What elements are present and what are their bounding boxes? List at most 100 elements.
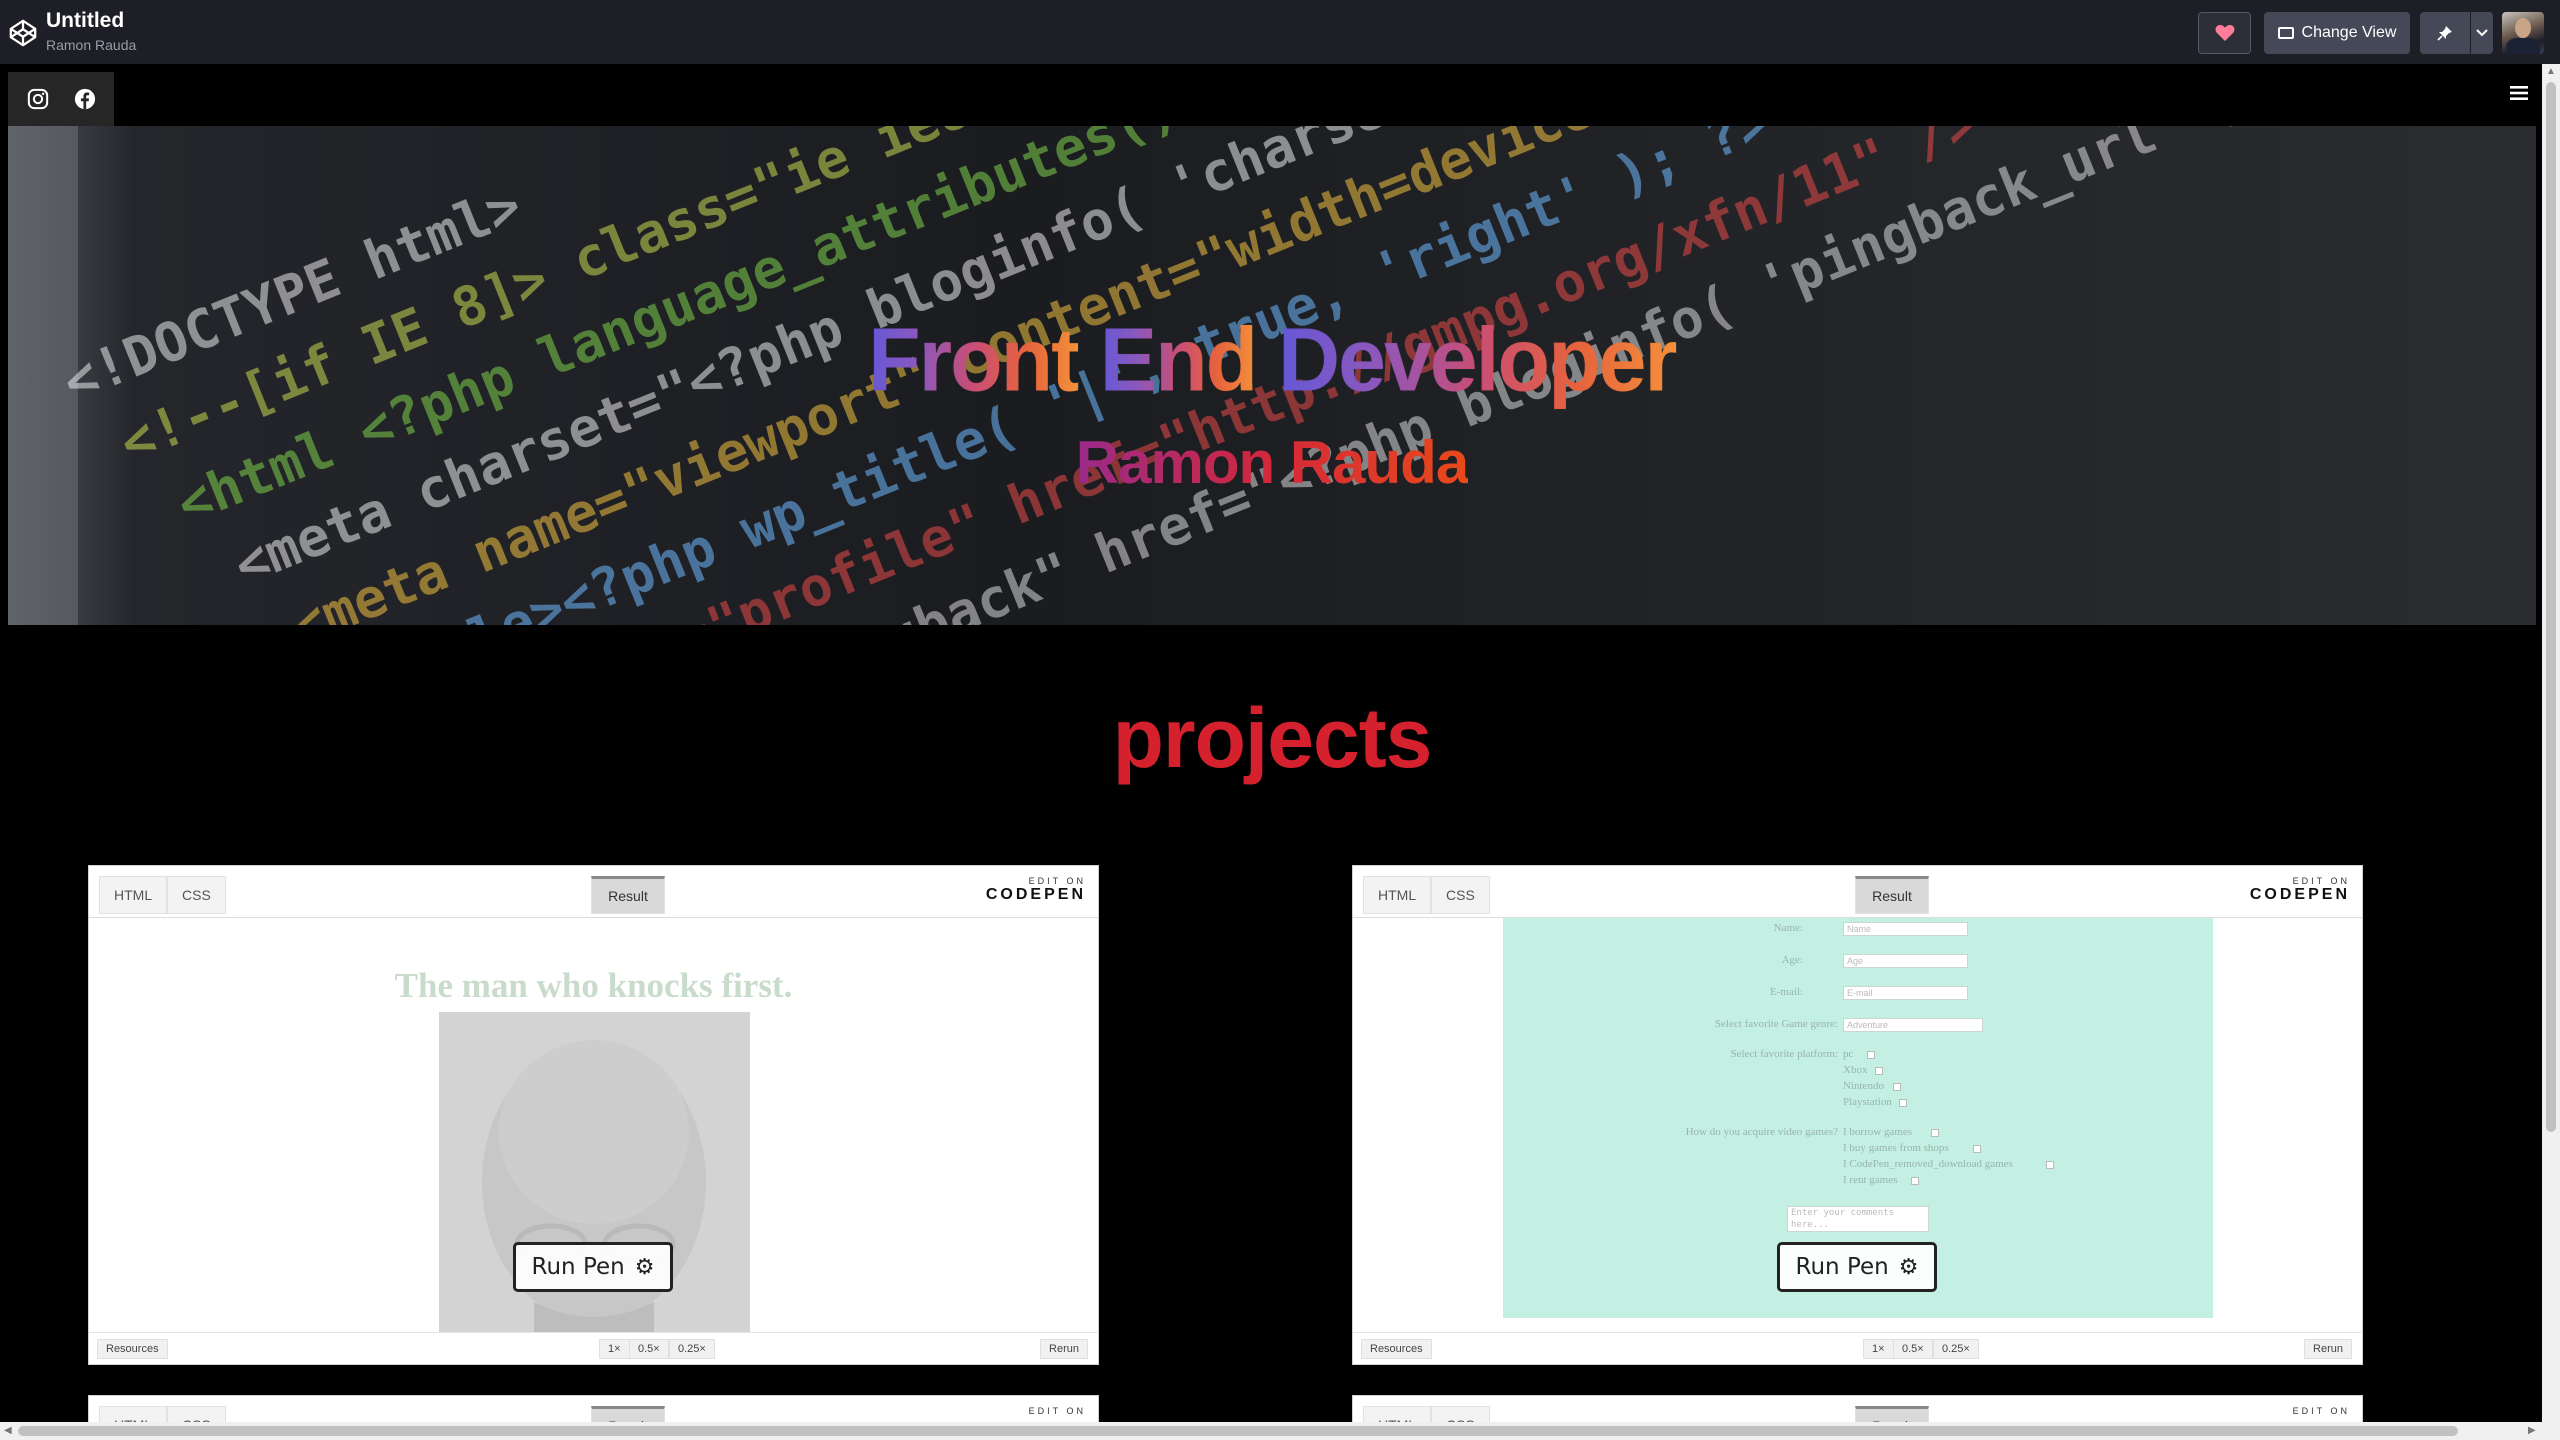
platform-option: pc <box>1843 1048 1854 1060</box>
caret-down-icon <box>2476 29 2488 37</box>
scroll-up-icon[interactable]: ▲ <box>2546 66 2556 77</box>
vertical-scroll-thumb[interactable] <box>2546 82 2556 1132</box>
name-field[interactable]: Name <box>1843 922 1968 936</box>
platform-option: Nintendo <box>1843 1080 1884 1092</box>
form-label: Age: <box>1781 954 1803 966</box>
zoom-025x-button[interactable]: 0.25× <box>669 1339 715 1359</box>
run-pen-button[interactable]: Run Pen ⚙ <box>513 1242 673 1292</box>
acquire-checkbox[interactable] <box>2046 1161 2054 1169</box>
hero-title: Front End Developer <box>8 309 2536 413</box>
vertical-scrollbar[interactable]: ▲ <box>2542 64 2560 1440</box>
tab-css[interactable]: CSS <box>1431 876 1490 914</box>
pen-footer: Resources 1× 0.5× 0.25× Rerun <box>89 1332 1098 1364</box>
hero-banner: <!DOCTYPE html> <!--[if IE 8]> class="ie … <box>8 126 2536 625</box>
embedded-pen: Walter White The man who knocks first. H… <box>88 865 1099 1365</box>
acquire-checkbox[interactable] <box>1973 1145 1981 1153</box>
acquire-option: I borrow games <box>1843 1126 1913 1138</box>
pen-author[interactable]: Ramon Rauda <box>46 37 136 53</box>
platform-option: Xbox <box>1843 1064 1868 1076</box>
hero-title-word: End <box>1100 309 1258 413</box>
pin-options-button[interactable] <box>2471 12 2493 54</box>
form-label: E-mail: <box>1770 986 1803 998</box>
platform-checkbox[interactable] <box>1867 1051 1875 1059</box>
edit-on-label: EDIT ON <box>2292 1406 2350 1416</box>
platform-checkbox[interactable] <box>1899 1099 1907 1107</box>
tab-result[interactable]: Result <box>591 876 665 914</box>
horizontal-scrollbar[interactable]: ◀ ▶ <box>0 1422 2542 1440</box>
hamburger-menu-icon[interactable] <box>2508 82 2530 104</box>
hero-subtitle-text: Ramon Rauda <box>1075 429 1469 496</box>
zoom-05x-button[interactable]: 0.5× <box>629 1339 669 1359</box>
rerun-button[interactable]: Rerun <box>1040 1339 1088 1359</box>
scroll-left-icon[interactable]: ◀ <box>4 1425 12 1436</box>
hero-title-word: Front <box>868 309 1080 413</box>
acquire-checkbox[interactable] <box>1911 1177 1919 1185</box>
platform-checkbox[interactable] <box>1875 1067 1883 1075</box>
zoom-1x-button[interactable]: 1× <box>1863 1339 1894 1359</box>
heart-icon <box>2215 25 2234 41</box>
acquire-option: I CodePen_removed_download games <box>1843 1158 2013 1170</box>
hero-subtitle: Ramon Rauda <box>8 428 2536 497</box>
comments-textarea[interactable]: Enter your comments here... <box>1787 1206 1929 1232</box>
age-field[interactable]: Age <box>1843 954 1968 968</box>
zoom-1x-button[interactable]: 1× <box>599 1339 630 1359</box>
edit-on-label: EDIT ON <box>1028 876 1086 886</box>
codepen-topbar: Untitled Ramon Rauda Change View <box>0 0 2560 64</box>
tab-result[interactable]: Result <box>1855 876 1929 914</box>
pin-icon <box>2437 26 2452 41</box>
rerun-button[interactable]: Rerun <box>2304 1339 2352 1359</box>
resources-button[interactable]: Resources <box>1361 1339 1432 1359</box>
facebook-icon[interactable] <box>68 82 102 116</box>
platform-option: Playstation <box>1843 1096 1892 1108</box>
edit-on-label: EDIT ON <box>1028 1406 1086 1416</box>
embedded-pen: Name: Name Age: Age E-mail: E-mail Selec… <box>1352 865 2363 1365</box>
instagram-icon[interactable] <box>21 82 55 116</box>
pen-tab-bar: HTML CSS Result EDIT ON CODEPEN <box>89 866 1098 918</box>
edit-on-codepen-link[interactable]: EDIT ON CODEPEN <box>2250 876 2350 904</box>
avatar-suit <box>2506 38 2540 54</box>
change-view-button[interactable]: Change View <box>2264 12 2410 54</box>
change-view-icon <box>2277 27 2294 39</box>
projects-heading: projects <box>1112 691 1433 785</box>
edit-on-codepen-link[interactable]: EDIT ON <box>1029 1406 1086 1416</box>
horizontal-scroll-thumb[interactable] <box>18 1426 2458 1436</box>
run-pen-button[interactable]: Run Pen ⚙ <box>1777 1242 1937 1292</box>
tab-html[interactable]: HTML <box>1363 876 1432 914</box>
edit-on-codepen-link[interactable]: EDIT ON CODEPEN <box>986 876 1086 904</box>
genre-select[interactable]: Adventure <box>1843 1018 1983 1032</box>
pen-preview-tagline: The man who knocks first. <box>394 966 793 1005</box>
pin-button[interactable] <box>2420 12 2470 54</box>
codepen-logo-icon[interactable] <box>8 18 38 48</box>
tab-css[interactable]: CSS <box>167 876 226 914</box>
acquire-option: I rent games <box>1843 1174 1898 1186</box>
gears-icon: ⚙ <box>634 1254 655 1280</box>
change-view-label: Change View <box>2301 24 2397 41</box>
edit-on-label: EDIT ON <box>2292 876 2350 886</box>
acquire-checkbox[interactable] <box>1931 1129 1939 1137</box>
form-label: Select favorite platform: <box>1730 1048 1838 1060</box>
codepen-brand: CODEPEN <box>985 886 1086 903</box>
gears-icon: ⚙ <box>1898 1254 1919 1280</box>
pen-preview: <!DOCTYPE html> <!--[if IE 8]> class="ie … <box>8 72 2536 1440</box>
love-button[interactable] <box>2198 12 2251 54</box>
avatar-face <box>2515 18 2531 38</box>
email-field[interactable]: E-mail <box>1843 986 1968 1000</box>
hero-title-word: Developer <box>1278 309 1678 413</box>
form-label: Name: <box>1773 922 1803 934</box>
tab-html[interactable]: HTML <box>99 876 168 914</box>
edit-on-codepen-link[interactable]: EDIT ON <box>2293 1406 2350 1416</box>
pen-tab-bar: HTML CSS Result EDIT ON CODEPEN <box>1353 866 2362 918</box>
run-pen-label: Run Pen <box>531 1254 625 1280</box>
platform-checkbox[interactable] <box>1893 1083 1901 1091</box>
resources-button[interactable]: Resources <box>97 1339 168 1359</box>
pen-title[interactable]: Untitled <box>46 9 124 33</box>
form-label: How do you acquire video games? <box>1685 1126 1838 1138</box>
social-bar <box>8 72 114 126</box>
scroll-right-icon[interactable]: ▶ <box>2528 1425 2536 1436</box>
user-avatar[interactable] <box>2502 12 2544 54</box>
pen-footer: Resources 1× 0.5× 0.25× Rerun <box>1353 1332 2362 1364</box>
form-label: Select favorite Game genre: <box>1714 1018 1838 1030</box>
zoom-025x-button[interactable]: 0.25× <box>1933 1339 1979 1359</box>
zoom-05x-button[interactable]: 0.5× <box>1893 1339 1933 1359</box>
run-pen-label: Run Pen <box>1795 1254 1889 1280</box>
